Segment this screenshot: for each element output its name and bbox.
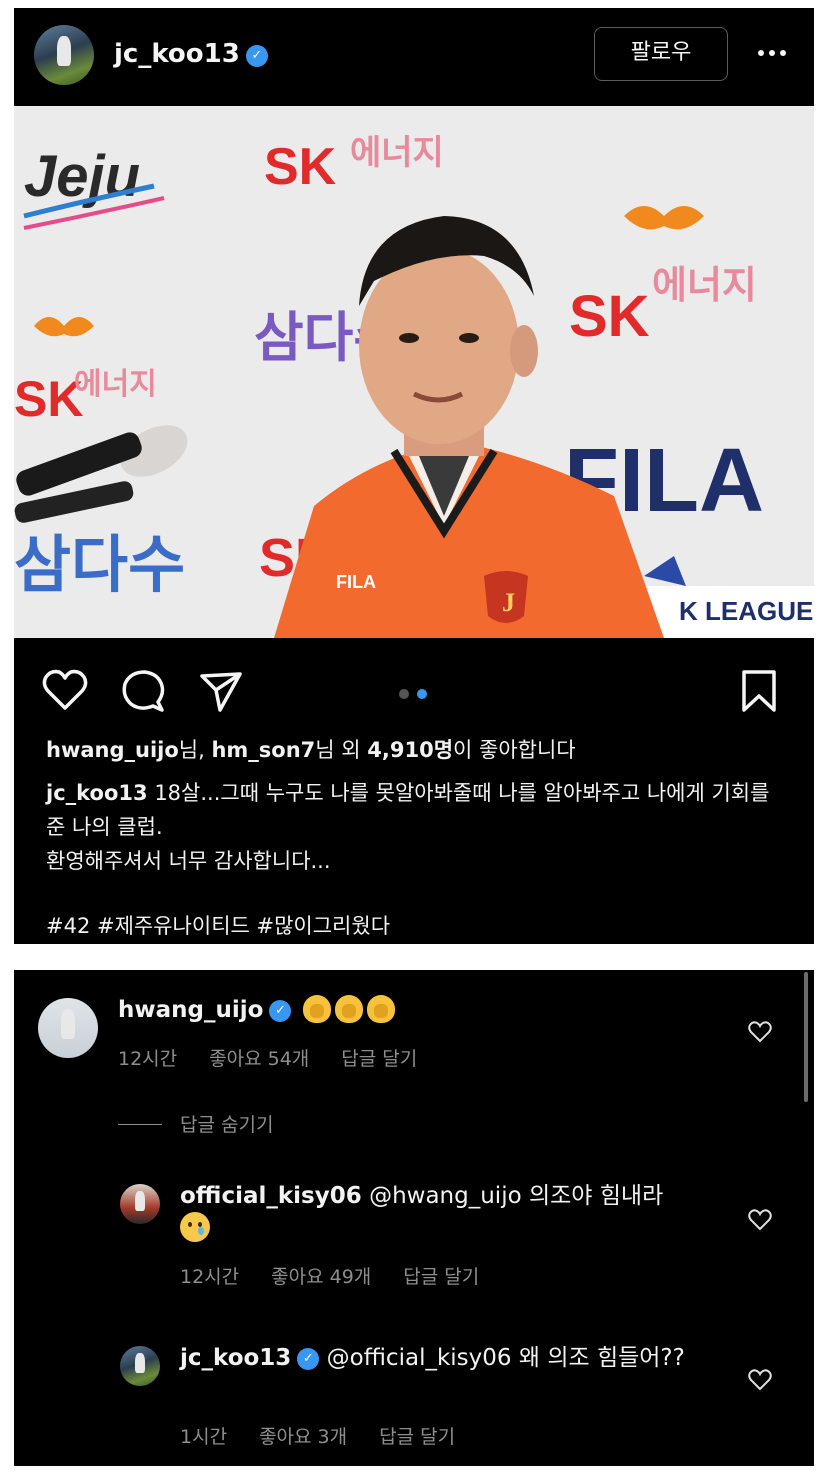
commenter-avatar-2[interactable] bbox=[120, 1184, 160, 1224]
clap-emoji bbox=[302, 995, 331, 1023]
caption-line2: 환영해주셔서 너무 감사합니다... bbox=[46, 849, 331, 873]
sign-sk-1: SK bbox=[264, 138, 337, 196]
verified-icon: ✓ bbox=[269, 1000, 292, 1022]
sign-energy-1: 에너지 bbox=[350, 134, 444, 172]
comment-1-reply-button[interactable]: 답글 달기 bbox=[341, 1048, 417, 1070]
comment-1-likes[interactable]: 좋아요 54개 bbox=[209, 1048, 309, 1070]
tear-smile-emoji bbox=[180, 1212, 210, 1242]
comment-3-like-icon[interactable] bbox=[747, 1368, 773, 1392]
follow-button[interactable]: 팔로우 bbox=[594, 27, 728, 81]
commenter-avatar-1[interactable] bbox=[38, 998, 98, 1058]
sign-energy-3: 에너지 bbox=[74, 368, 157, 401]
carousel-indicator bbox=[399, 684, 435, 703]
comment-3-reply-button[interactable]: 답글 달기 bbox=[379, 1426, 455, 1448]
comment-2-text: 의조야 힘내라 bbox=[521, 1183, 664, 1209]
comment-2-like-icon[interactable] bbox=[747, 1208, 773, 1232]
comment-1: hwang_uijo ✓ bbox=[118, 994, 395, 1026]
author-username[interactable]: jc_koo13 ✓ bbox=[114, 39, 268, 69]
comment-3-time: 1시간 bbox=[180, 1426, 228, 1448]
likes-suffix: 이 좋아합니다 bbox=[453, 738, 576, 762]
press-conference-photo: Jeju SK 에너지 SK 에너지 SK 에너지 삼다수 삼다수 SK FIL… bbox=[14, 106, 814, 638]
carousel-dot-2[interactable] bbox=[417, 689, 427, 699]
comment-2-time: 12시간 bbox=[180, 1266, 240, 1288]
action-bar bbox=[14, 638, 814, 738]
svg-text:FILA: FILA bbox=[336, 572, 376, 592]
comment-3-username[interactable]: jc_koo13 bbox=[180, 1345, 291, 1371]
comment-3-mention[interactable]: @official_kisy06 bbox=[327, 1345, 512, 1371]
author-avatar[interactable] bbox=[34, 25, 94, 85]
hide-replies-label[interactable]: 답글 숨기기 bbox=[180, 1114, 273, 1136]
caption-line1: 18살...그때 누구도 나를 못알아봐줄때 나를 알아봐주고 나에게 기회를 … bbox=[46, 781, 770, 839]
clap-emoji bbox=[366, 995, 395, 1023]
likes-user2[interactable]: hm_son7 bbox=[211, 738, 315, 762]
comment-3: jc_koo13 ✓ @official_kisy06 왜 의조 힘들어?? bbox=[180, 1342, 700, 1374]
post-photo[interactable]: Jeju SK 에너지 SK 에너지 SK 에너지 삼다수 삼다수 SK FIL… bbox=[14, 106, 814, 638]
post-caption: jc_koo13 18살...그때 누구도 나를 못알아봐줄때 나를 알아봐주고… bbox=[46, 776, 791, 878]
author-username-text[interactable]: jc_koo13 bbox=[114, 39, 240, 69]
caption-hashtags[interactable]: #42 #제주유나이티드 #많이그리웠다 bbox=[46, 910, 390, 940]
svg-text:J: J bbox=[502, 588, 515, 617]
comment-1-username[interactable]: hwang_uijo bbox=[118, 997, 263, 1023]
sign-jeju: Jeju bbox=[24, 144, 140, 209]
comment-1-time: 12시간 bbox=[118, 1048, 178, 1070]
likes-summary[interactable]: hwang_uijo님, hm_son7님 외 4,910명이 좋아합니다 bbox=[46, 734, 576, 764]
heart-icon[interactable] bbox=[40, 666, 90, 716]
comment-icon[interactable] bbox=[118, 666, 168, 716]
comment-3-text: 왜 의조 힘들어?? bbox=[511, 1345, 685, 1371]
share-icon[interactable] bbox=[196, 666, 246, 716]
post-header: jc_koo13 ✓ 팔로우 bbox=[14, 8, 814, 106]
likes-sep2: 님 외 bbox=[315, 738, 368, 762]
more-icon[interactable] bbox=[754, 38, 790, 68]
comment-1-like-icon[interactable] bbox=[747, 1020, 773, 1044]
comment-3-likes[interactable]: 좋아요 3개 bbox=[259, 1426, 347, 1448]
comment-1-meta: 12시간 좋아요 54개 답글 달기 bbox=[118, 1044, 449, 1071]
verified-icon: ✓ bbox=[297, 1348, 320, 1370]
comment-2-mention[interactable]: @hwang_uijo bbox=[369, 1183, 522, 1209]
sign-samdasoo-2: 삼다수 bbox=[14, 531, 185, 600]
post-panel: jc_koo13 ✓ 팔로우 Jeju SK 에너지 SK 에너지 SK 에너지… bbox=[14, 8, 814, 944]
sign-sk-2: SK bbox=[569, 284, 650, 349]
comment-2: official_kisy06 @hwang_uijo 의조야 힘내라 bbox=[180, 1180, 740, 1247]
commenter-avatar-3[interactable] bbox=[120, 1346, 160, 1386]
comment-3-meta: 1시간 좋아요 3개 답글 달기 bbox=[180, 1422, 487, 1449]
caption-author[interactable]: jc_koo13 bbox=[46, 781, 148, 805]
scrollbar[interactable] bbox=[804, 972, 808, 1102]
likes-sep1: 님, bbox=[178, 738, 212, 762]
likes-user1[interactable]: hwang_uijo bbox=[46, 738, 179, 762]
hide-replies-button[interactable]: 답글 숨기기 bbox=[118, 1110, 273, 1137]
carousel-dot-1[interactable] bbox=[399, 689, 409, 699]
sign-energy-2: 에너지 bbox=[652, 265, 757, 307]
clap-emoji bbox=[334, 995, 363, 1023]
comment-2-meta: 12시간 좋아요 49개 답글 달기 bbox=[180, 1262, 511, 1289]
sign-kleague: K LEAGUE bbox=[679, 596, 813, 626]
likes-count[interactable]: 4,910명 bbox=[367, 738, 453, 762]
bookmark-icon[interactable] bbox=[734, 666, 784, 716]
verified-icon: ✓ bbox=[245, 45, 268, 67]
comments-panel: hwang_uijo ✓ 12시간 좋아요 54개 답글 달기 답글 숨기기 offi… bbox=[14, 970, 814, 1466]
comment-2-reply-button[interactable]: 답글 달기 bbox=[403, 1266, 479, 1288]
comment-2-likes[interactable]: 좋아요 49개 bbox=[271, 1266, 371, 1288]
comment-2-username[interactable]: official_kisy06 bbox=[180, 1183, 362, 1209]
hide-replies-line bbox=[118, 1123, 162, 1125]
